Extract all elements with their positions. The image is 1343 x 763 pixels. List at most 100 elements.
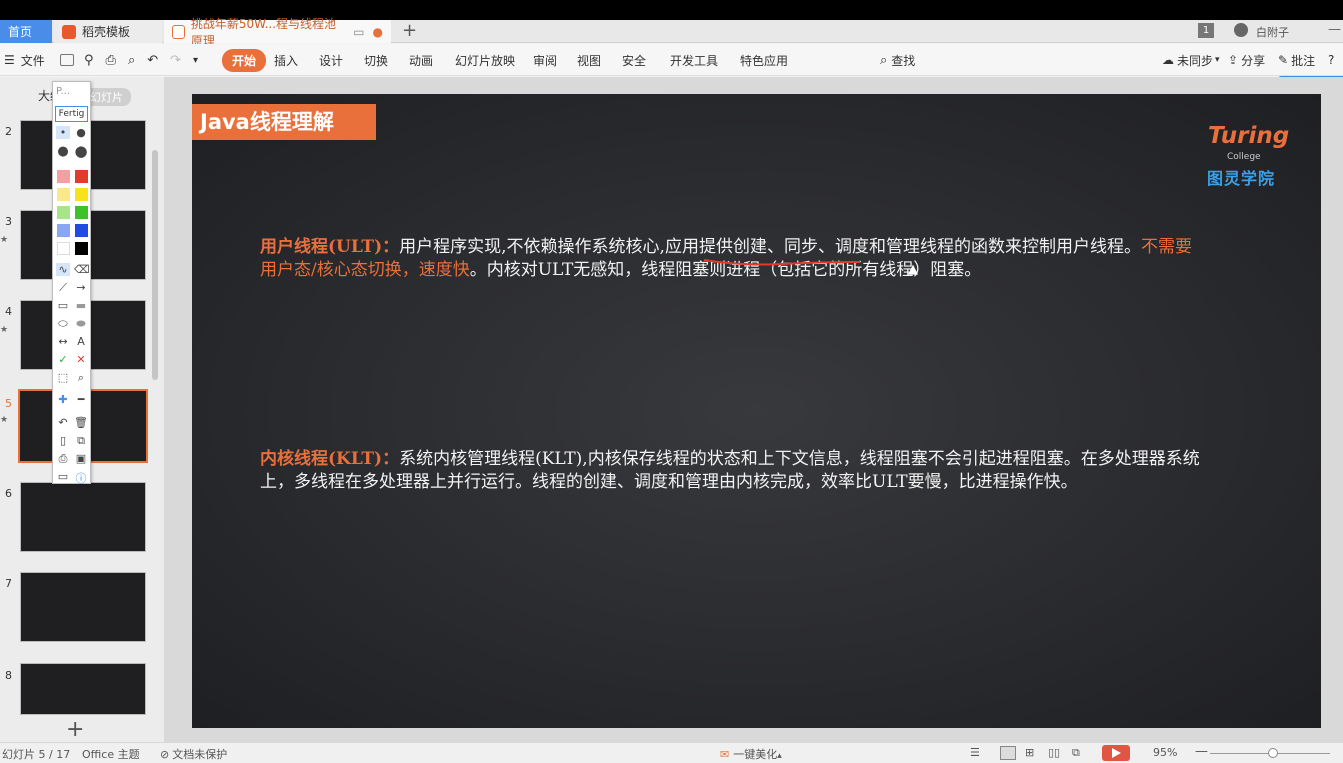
slide-thumbnail-6[interactable] [20,482,146,552]
check-icon[interactable]: ✓ [56,353,70,366]
color-red[interactable] [75,170,88,183]
shield-icon: ⊘ [160,748,170,761]
window-count-badge[interactable]: 1 [1198,23,1214,38]
line-icon[interactable]: ⟋ [56,281,70,295]
new-page-icon[interactable]: ▯ [56,434,70,447]
save-icon[interactable]: ▣ [74,452,88,465]
sync-status[interactable]: ☁ 未同步 ▾ [1162,44,1220,76]
thick-dot-icon[interactable]: ● [56,144,70,159]
redo-icon[interactable]: ↷ [170,53,181,68]
print-preview-icon[interactable]: ⌕ [128,53,135,68]
copy-icon[interactable]: ⧉ [74,434,88,448]
undo-icon[interactable]: ↶ [147,53,158,68]
thickest-dot-icon[interactable]: ● [74,142,88,160]
avatar[interactable] [1234,23,1248,37]
thumbnail-scrollbar[interactable] [152,150,158,380]
color-blue[interactable] [75,224,88,237]
comment-button[interactable]: ✎ 批注 [1278,44,1315,76]
theme-name[interactable]: Office 主题 [82,746,140,762]
slide-number: 7 [5,577,12,590]
ellipse-icon[interactable]: ⬭ [56,317,70,331]
add-icon[interactable]: ✚ [56,393,70,406]
status-bar: 幻灯片 5 / 17 Office 主题 ⊘ 文档未保护 ✉ 一键美化▴ ☰ ⊞ ▯… [0,742,1343,763]
color-light-blue[interactable] [57,224,70,237]
new-tab-button[interactable]: + [402,20,417,43]
undo-icon[interactable]: ↶ [56,416,70,429]
arrow-icon[interactable]: → [74,281,88,294]
search-button[interactable]: ⌕ 查找 [880,44,915,76]
eraser-icon[interactable]: ⌫ [74,263,90,276]
user-name[interactable]: 白附子 [1256,24,1289,40]
tab-templates[interactable]: 稻壳模板 [54,20,162,43]
zoom-out-icon[interactable]: — [1195,744,1208,759]
comment-icon: ✎ [1278,53,1289,67]
select-region-icon[interactable]: ⬚ [56,371,70,384]
file-menu[interactable]: ☰ 文件 [4,44,45,76]
presenter-view-icon[interactable]: ⧉ [1072,746,1080,760]
info-icon[interactable]: ⓘ [74,470,88,486]
slide-count: 幻灯片 5 / 17 [2,748,71,761]
double-arrow-icon[interactable]: ↔ [56,335,70,348]
tab-features[interactable]: 特色应用 [740,44,788,76]
trash-icon[interactable]: 🗑 [74,416,88,429]
color-light-green[interactable] [57,206,70,219]
minus-icon[interactable]: ━ [74,393,88,406]
protect-status[interactable]: ⊘ 文档未保护 [160,746,227,762]
pen-font-label[interactable]: Fertig [55,106,88,122]
ppt-file-icon [172,24,185,39]
tab-security[interactable]: 安全 [622,44,646,76]
hamburger-icon: ☰ [4,53,15,67]
slide-number: 6 [5,487,12,500]
color-yellow[interactable] [75,188,88,201]
color-black[interactable] [75,242,88,255]
share-button[interactable]: ⇪ 分享 [1228,44,1265,76]
filled-rectangle-icon[interactable]: ▬ [74,299,88,312]
tab-start[interactable]: 开始 [222,44,267,76]
tab-design[interactable]: 设计 [319,44,343,76]
help-icon[interactable]: ? [1328,44,1334,76]
filled-ellipse-icon[interactable]: ⬬ [74,317,88,331]
pen-toolbar-header: P... [56,86,71,97]
zoom-slider-handle[interactable] [1268,748,1278,758]
sorter-view-icon[interactable]: ⊞ [1025,746,1034,759]
reading-view-icon[interactable]: ▯▯ [1048,746,1060,759]
tab-review[interactable]: 审阅 [533,44,557,76]
tab-slideshow[interactable]: 幻灯片放映 [455,44,515,76]
color-light-red[interactable] [57,170,70,183]
play-slideshow-button[interactable] [1102,745,1130,761]
notes-toggle-icon[interactable]: ☰ [970,746,980,759]
print-icon[interactable]: ⎙ [56,452,70,466]
text-icon[interactable]: A [74,335,88,348]
medium-dot-icon[interactable]: ● [74,126,88,139]
minimize-icon[interactable]: — [1328,22,1341,37]
beautify-button[interactable]: ✉ 一键美化▴ [720,746,782,762]
add-slide-button[interactable]: + [66,717,84,742]
tab-current-document[interactable]: 挑战年薪50W...程与线程池原理 ▭ ● [164,17,391,48]
tab-animation[interactable]: 动画 [409,44,433,76]
animation-star-icon: ★ [0,415,9,425]
freehand-pen-icon[interactable]: ∿ [56,263,70,276]
rectangle-icon[interactable]: ▭ [56,299,70,312]
color-white[interactable] [57,242,70,255]
print-icon[interactable]: ⎙ [106,53,116,68]
slide-canvas[interactable]: Java线程理解 Turing College 图灵学院 用户线程(ULT)：用… [192,94,1321,728]
tab-home[interactable]: 首页 [0,20,52,43]
tab-transition[interactable]: 切换 [364,44,388,76]
color-light-yellow[interactable] [57,188,70,201]
slide-thumbnail-7[interactable] [20,572,146,642]
slide-thumbnail-8[interactable] [20,663,146,715]
tab-developer[interactable]: 开发工具 [670,44,718,76]
tab-view[interactable]: 视图 [577,44,601,76]
thin-dot-icon[interactable]: • [56,126,70,139]
pen-toolbar: P... Fertig • ● ● ● ∿ ⌫ ⟋ → ▭ ▬ ⬭ ⬬ ↔ A … [52,81,91,486]
screen-icon[interactable]: ▭ [56,470,70,483]
save-icon[interactable] [60,54,74,66]
color-green[interactable] [75,206,88,219]
tab-insert[interactable]: 插入 [274,44,298,76]
normal-view-icon[interactable] [1000,746,1016,760]
customize-chevron-icon[interactable]: ▾ [193,55,198,66]
format-painter-icon[interactable]: ⚲ [84,53,94,68]
zoom-level[interactable]: 95% [1153,746,1177,759]
cross-icon[interactable]: ✕ [74,353,88,366]
zoom-region-icon[interactable]: ⌕ [74,371,88,385]
